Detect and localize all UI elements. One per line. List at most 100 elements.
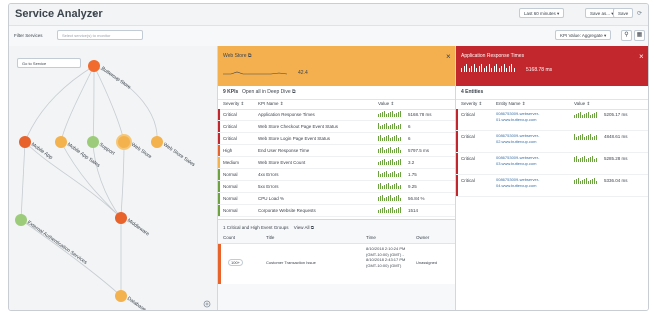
grid-icon[interactable]: ▦ <box>634 30 645 41</box>
layout-icon[interactable]: ⚲ <box>621 30 632 41</box>
time-range-picker[interactable]: Last 60 minutes ▾ <box>519 8 565 18</box>
web-store-title: Web Store ⧉ <box>223 53 252 59</box>
spark-bar <box>468 68 470 72</box>
tree-label: Mobile App <box>30 142 54 161</box>
col-value[interactable]: Value ⇕ <box>574 101 590 107</box>
kpi-sparkline <box>378 111 404 118</box>
entity-row[interactable]: Critical 0086753009-webserver-01.www.butt… <box>456 109 648 131</box>
kpi-name: 4xx Errors <box>258 172 279 177</box>
app-response-title: Application Response Times <box>461 53 525 59</box>
entity-row[interactable]: Critical 0086753009-webserver-03.www.butt… <box>456 153 648 175</box>
severity-bar <box>218 145 220 156</box>
kpi-row[interactable]: Medium Web Store Event Count 3.2 <box>218 157 456 169</box>
spark-bar <box>466 64 467 72</box>
close-icon[interactable]: × <box>639 52 644 61</box>
spark-bar <box>511 64 512 72</box>
service-filter-input[interactable]: Select service(s) to monitor <box>57 30 143 40</box>
kpi-aggregate-dropdown[interactable]: KPI Value: Aggregate ▾ <box>555 30 612 40</box>
tree-label: Database <box>126 296 147 310</box>
event-groups-label: 1 Critical and High Event Groups View Al… <box>223 225 314 230</box>
kpi-row[interactable]: Critical Web Store Login Page Event Statu… <box>218 133 456 145</box>
kpi-value: 5797.5 ms <box>408 148 430 153</box>
kpi-row[interactable]: Critical Web Store Checkout Page Event St… <box>218 121 456 133</box>
kpi-severity: Critical <box>223 136 237 141</box>
view-all-link[interactable]: View All ⧉ <box>294 225 314 230</box>
spark-bar <box>508 66 510 72</box>
kpi-row[interactable]: High End User Response Time 5797.5 ms <box>218 145 456 157</box>
tree-node <box>115 290 127 302</box>
entity-severity: Critical <box>461 112 475 117</box>
filter-services-label: Filter Services <box>14 33 43 38</box>
entity-name[interactable]: 0086753009-webserver-03.www.buttercup.co… <box>496 155 568 166</box>
tree-node <box>87 136 99 148</box>
entity-row[interactable]: Critical 0086753009-webserver-04.www.butt… <box>456 175 648 197</box>
spark-bar <box>461 68 462 72</box>
spark-bar <box>471 66 472 72</box>
kpi-value: 9.25 <box>408 184 417 189</box>
spark-bar <box>483 68 485 72</box>
col-kpi-name[interactable]: KPI Name ⇕ <box>258 101 284 107</box>
entity-sparkline <box>574 134 600 141</box>
entity-severity: Critical <box>461 178 475 183</box>
event-table-header: Count Title Time Owner <box>218 234 456 244</box>
col-entity-name[interactable]: Entity Name ⇕ <box>496 101 526 107</box>
severity-bar <box>456 175 458 196</box>
tree-node <box>55 136 67 148</box>
service-analyzer-window: Service Analyzer ✎ Last 60 minutes ▾ Sav… <box>8 3 649 311</box>
kpi-severity: Normal <box>223 196 238 201</box>
close-icon[interactable]: × <box>446 52 451 61</box>
kpi-severity: Critical <box>223 124 237 129</box>
tree-label: Web Store <box>130 142 153 161</box>
col-owner: Owner <box>416 235 430 240</box>
kpi-row[interactable]: Normal 5xx Errors 9.25 <box>218 181 456 193</box>
severity-bar <box>218 133 220 144</box>
filter-bar: Filter Services Select service(s) to mon… <box>9 25 648 47</box>
kpi-row[interactable]: Critical Application Response Times 5168.7… <box>218 109 456 121</box>
web-store-panel: Web Store ⧉ 42.4 × 9 KPIs Open all in De… <box>217 46 456 310</box>
pencil-icon[interactable]: ✎ <box>92 11 97 18</box>
app-response-sparkline <box>461 64 516 74</box>
save-button[interactable]: Save <box>613 8 634 18</box>
kpi-row[interactable]: Normal CPU Load % 56.84 % <box>218 193 456 205</box>
spark-bar <box>496 64 497 72</box>
web-store-header[interactable]: Web Store ⧉ 42.4 × <box>218 46 456 86</box>
kpi-value: 6 <box>408 136 411 141</box>
spark-bar <box>491 68 492 72</box>
refresh-icon[interactable]: ⟳ <box>637 10 642 17</box>
event-row[interactable]: 100+ Customer Transaction Issue 8/10/201… <box>218 244 456 284</box>
col-severity[interactable]: Severity ⇕ <box>461 101 482 107</box>
kpi-value: 56.84 % <box>408 196 425 201</box>
app-response-value: 5168.78 ms <box>526 67 553 73</box>
spark-bar <box>493 66 495 72</box>
col-value[interactable]: Value ⇕ <box>378 101 394 107</box>
kpi-severity: Critical <box>223 112 237 117</box>
spark-bar <box>478 66 480 72</box>
tree-nodes[interactable] <box>15 60 163 302</box>
severity-bar <box>218 109 220 120</box>
event-time: 8/10/2018 2:10:24 PM (GMT-10:00) (GMT) -… <box>366 246 406 268</box>
event-groups-section: 1 Critical and High Event Groups View Al… <box>218 219 456 310</box>
kpi-severity: Normal <box>223 172 238 177</box>
page-header: Service Analyzer ✎ Last 60 minutes ▾ Sav… <box>9 4 648 24</box>
entity-name[interactable]: 0086753009-webserver-04.www.buttercup.co… <box>496 177 568 188</box>
app-response-header[interactable]: Application Response Times 5168.78 ms × <box>456 46 648 86</box>
entity-name[interactable]: 0086753009-webserver-02.www.buttercup.co… <box>496 133 568 144</box>
entity-row[interactable]: Critical 0086753009-webserver-02.www.butt… <box>456 131 648 153</box>
severity-bar <box>218 193 220 204</box>
entity-severity: Critical <box>461 156 475 161</box>
spark-bar <box>513 68 515 72</box>
col-severity[interactable]: Severity ⇕ <box>223 101 244 107</box>
kpi-value: 1.75 <box>408 172 417 177</box>
kpi-row[interactable]: Normal Corporate Website Requests 1514 <box>218 205 456 217</box>
kpi-severity: Medium <box>223 160 240 165</box>
tree-label: Middleware <box>126 218 151 238</box>
kpi-name: Web Store Checkout Page Event Status <box>258 124 338 129</box>
kpi-row[interactable]: Normal 4xx Errors 1.75 <box>218 169 456 181</box>
open-deep-dive-link[interactable]: Open all in Deep Dive ⧉ <box>242 89 296 95</box>
tree-node <box>15 214 27 226</box>
kpi-severity: Normal <box>223 184 238 189</box>
kpi-sparkline <box>378 159 404 166</box>
severity-bar <box>456 109 458 130</box>
web-store-sparkline <box>223 71 288 75</box>
entity-name[interactable]: 0086753009-webserver-01.www.buttercup.co… <box>496 111 568 122</box>
